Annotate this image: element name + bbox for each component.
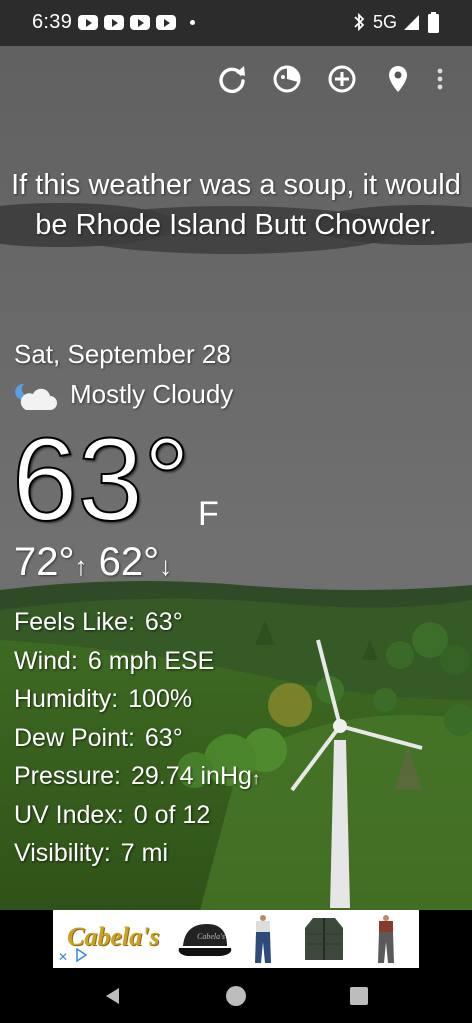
recents-icon[interactable] — [347, 984, 371, 1008]
detail-label: Feels Like: — [14, 608, 135, 636]
detail-visibility: Visibility: 7 mi — [14, 834, 260, 873]
detail-feels-like: Feels Like: 63° — [14, 603, 260, 642]
weather-details-list: Feels Like: 63° Wind: 6 mph ESE Humidity: 1… — [14, 603, 260, 873]
mostly-cloudy-night-icon — [15, 383, 57, 410]
overflow-menu-button[interactable] — [430, 62, 450, 96]
system-navigation-bar — [0, 968, 472, 1023]
detail-wind: Wind: 6 mph ESE — [14, 642, 260, 681]
radar-button[interactable] — [270, 62, 304, 96]
add-location-button[interactable] — [325, 62, 359, 96]
temperature-unit: F — [198, 495, 219, 533]
high-low-temperatures: 72°↑ 62°↓ — [14, 540, 172, 585]
youtube-notification-icon — [130, 15, 150, 30]
low-temperature: 62° — [98, 540, 160, 584]
pressure-rising-arrow-icon: ↑ — [251, 769, 261, 788]
add-location-icon — [328, 65, 356, 93]
ad-product-jeans — [255, 915, 271, 963]
location-pin-icon — [389, 66, 407, 92]
forecast-date: Sat, September 28 — [14, 339, 231, 369]
cell-signal-icon — [404, 15, 419, 30]
detail-label: Pressure: — [14, 762, 121, 790]
detail-value: 63° — [144, 608, 183, 636]
detail-humidity: Humidity: 100% — [14, 680, 260, 719]
youtube-notification-icon — [104, 15, 124, 30]
detail-value: 29.74 inHg — [130, 762, 252, 790]
ad-product-jacket — [305, 918, 343, 960]
detail-label: UV Index: — [14, 800, 124, 829]
high-temperature: 72° — [14, 540, 75, 584]
detail-label: Visibility: — [14, 839, 111, 867]
detail-label: Humidity: — [14, 685, 119, 713]
weather-app-screen: 6:39 5G If this weather was a soup, it w… — [0, 0, 472, 1023]
ad-product-cap: Cabela's — [178, 924, 232, 956]
detail-dew-point: Dew Point: 63° — [14, 719, 260, 758]
status-time: 6:39 — [32, 11, 73, 33]
detail-uv-index: UV Index: 0 of 12 — [14, 796, 260, 835]
back-icon[interactable] — [101, 984, 125, 1008]
detail-value: 7 mi — [120, 839, 169, 867]
weather-headline: If this weather was a soup, it would be … — [11, 169, 461, 241]
refresh-icon — [219, 66, 245, 94]
battery-icon — [428, 12, 439, 33]
svg-text:Cabela's: Cabela's — [197, 932, 225, 941]
ad-choices-icon[interactable] — [75, 948, 87, 962]
refresh-button[interactable] — [215, 62, 249, 96]
location-button[interactable] — [381, 62, 415, 96]
home-icon[interactable] — [224, 984, 248, 1008]
network-type-label: 5G — [373, 12, 398, 32]
ad-area: Cabela's ✕ Cabela's — [0, 910, 472, 968]
ad-product-pants — [378, 915, 394, 963]
detail-value: 63° — [144, 723, 183, 752]
weather-condition: Mostly Cloudy — [70, 379, 234, 409]
current-temperature: 63° — [11, 414, 191, 546]
more-notifications-dot-icon — [190, 20, 195, 25]
youtube-notification-icon — [78, 15, 98, 30]
radar-icon — [273, 65, 301, 93]
bluetooth-icon — [354, 12, 365, 32]
detail-value: 100% — [128, 685, 193, 713]
detail-value: 0 of 12 — [133, 800, 211, 829]
detail-label: Wind: — [14, 646, 78, 675]
youtube-notification-icon — [156, 15, 176, 30]
ad-banner[interactable]: Cabela's ✕ Cabela's — [53, 910, 419, 968]
ad-close-icon[interactable]: ✕ — [58, 950, 68, 964]
up-arrow-icon: ↑ — [74, 551, 88, 581]
detail-label: Dew Point: — [14, 723, 135, 752]
detail-pressure: Pressure: 29.74 inHg↑ — [14, 757, 260, 796]
detail-value: 6 mph ESE — [87, 646, 215, 675]
status-bar: 6:39 5G — [0, 0, 472, 46]
down-arrow-icon: ↓ — [159, 551, 173, 581]
overflow-menu-icon — [437, 68, 443, 90]
